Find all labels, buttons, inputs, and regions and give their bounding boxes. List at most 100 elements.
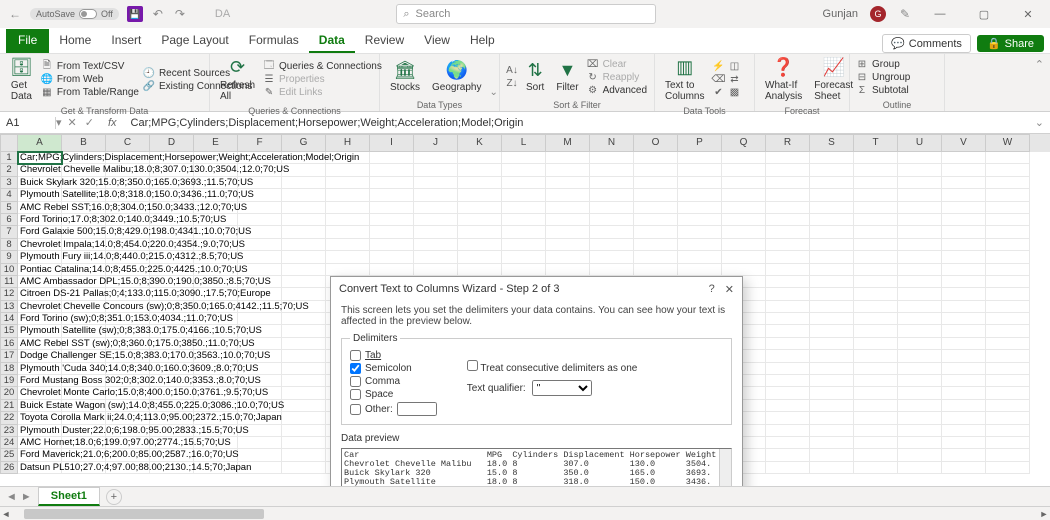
subtotal-button[interactable]: ΣSubtotal (856, 84, 910, 96)
text-qualifier-select[interactable]: " (532, 380, 592, 396)
cell[interactable] (282, 214, 326, 226)
cell[interactable] (458, 214, 502, 226)
cell[interactable] (898, 276, 942, 288)
cell[interactable] (458, 264, 502, 276)
cell[interactable] (810, 288, 854, 300)
cell[interactable]: Citroen DS-21 Pallas;0;4;133.0;115.0;309… (18, 288, 62, 300)
collapse-ribbon-icon[interactable]: ⌃ (1035, 58, 1044, 71)
maximize-button[interactable]: ▢ (968, 0, 1000, 28)
cell[interactable] (898, 325, 942, 337)
undo-icon[interactable]: ↶ (151, 7, 165, 21)
cell[interactable] (722, 152, 766, 164)
cell[interactable] (986, 350, 1030, 362)
cell[interactable]: Plymouth 'Cuda 340;14.0;8;340.0;160.0;36… (18, 363, 62, 375)
cell[interactable] (898, 425, 942, 437)
row-header[interactable]: 5 (0, 202, 18, 214)
cell[interactable] (898, 400, 942, 412)
cell[interactable] (590, 226, 634, 238)
cell[interactable] (282, 251, 326, 263)
from-text-csv-button[interactable]: 🗎From Text/CSV (41, 61, 139, 73)
save-icon[interactable]: 💾 (127, 6, 143, 22)
cell[interactable] (546, 202, 590, 214)
cell[interactable] (370, 214, 414, 226)
cell[interactable] (854, 177, 898, 189)
cell[interactable] (502, 152, 546, 164)
cell[interactable] (810, 400, 854, 412)
whatif-button[interactable]: ❓What-If Analysis (761, 56, 806, 104)
row-header[interactable]: 2 (0, 164, 18, 176)
queries-connections-button[interactable]: 🗔Queries & Connections (263, 61, 382, 73)
delim-semicolon[interactable]: Semicolon (350, 363, 437, 374)
cell[interactable] (854, 400, 898, 412)
cell[interactable] (282, 412, 326, 424)
cell[interactable] (854, 152, 898, 164)
cell[interactable] (810, 301, 854, 313)
cell[interactable] (898, 152, 942, 164)
col-header[interactable]: S (810, 134, 854, 152)
cell[interactable] (986, 189, 1030, 201)
cell[interactable] (282, 425, 326, 437)
cell[interactable] (502, 239, 546, 251)
cell[interactable] (942, 313, 986, 325)
col-header[interactable]: L (502, 134, 546, 152)
cell[interactable] (590, 202, 634, 214)
cell[interactable] (942, 301, 986, 313)
share-button[interactable]: 🔒 Share (977, 35, 1044, 52)
account-avatar[interactable]: G (870, 6, 886, 22)
cell[interactable] (722, 264, 766, 276)
cell[interactable] (854, 412, 898, 424)
cell[interactable] (282, 313, 326, 325)
cell[interactable] (282, 338, 326, 350)
cell[interactable] (414, 202, 458, 214)
cell[interactable] (986, 437, 1030, 449)
cell[interactable] (370, 226, 414, 238)
from-web-button[interactable]: 🌐From Web (41, 74, 139, 86)
cell[interactable] (854, 301, 898, 313)
col-header[interactable]: N (590, 134, 634, 152)
cell[interactable] (986, 301, 1030, 313)
data-validation-button[interactable]: ✔ (712, 87, 724, 99)
row-header[interactable]: 26 (0, 462, 18, 474)
cell[interactable] (942, 264, 986, 276)
cell[interactable] (854, 462, 898, 474)
redo-icon[interactable]: ↷ (173, 7, 187, 21)
tab-file[interactable]: File (6, 29, 49, 53)
cell[interactable] (678, 177, 722, 189)
cell[interactable] (986, 214, 1030, 226)
cell[interactable] (898, 449, 942, 461)
row-header[interactable]: 12 (0, 288, 18, 300)
cell[interactable] (942, 325, 986, 337)
edit-links-button[interactable]: ✎Edit Links (263, 87, 382, 99)
tab-page-layout[interactable]: Page Layout (151, 29, 238, 53)
cell[interactable] (590, 239, 634, 251)
tab-formulas[interactable]: Formulas (239, 29, 309, 53)
cell[interactable] (370, 251, 414, 263)
cell[interactable] (810, 350, 854, 362)
cell[interactable] (414, 264, 458, 276)
delim-space[interactable]: Space (350, 389, 437, 400)
cell[interactable] (546, 177, 590, 189)
col-header[interactable]: D (150, 134, 194, 152)
cell[interactable] (678, 164, 722, 176)
cell[interactable] (986, 177, 1030, 189)
cell[interactable] (810, 325, 854, 337)
accept-formula-icon[interactable]: ✓ (85, 116, 94, 129)
consolidate-button[interactable]: ◫ (728, 61, 740, 73)
col-header[interactable]: H (326, 134, 370, 152)
row-header[interactable]: 22 (0, 412, 18, 424)
cell[interactable] (766, 189, 810, 201)
cell[interactable] (238, 313, 282, 325)
cell[interactable] (986, 400, 1030, 412)
col-header[interactable]: M (546, 134, 590, 152)
cell[interactable] (414, 226, 458, 238)
cell[interactable] (282, 363, 326, 375)
cell[interactable] (766, 387, 810, 399)
cell[interactable] (854, 189, 898, 201)
cell[interactable] (238, 251, 282, 263)
cell[interactable] (942, 387, 986, 399)
cell[interactable] (766, 239, 810, 251)
cell[interactable] (898, 251, 942, 263)
cell[interactable] (810, 152, 854, 164)
minimize-button[interactable]: ― (924, 0, 956, 28)
cell[interactable] (854, 425, 898, 437)
